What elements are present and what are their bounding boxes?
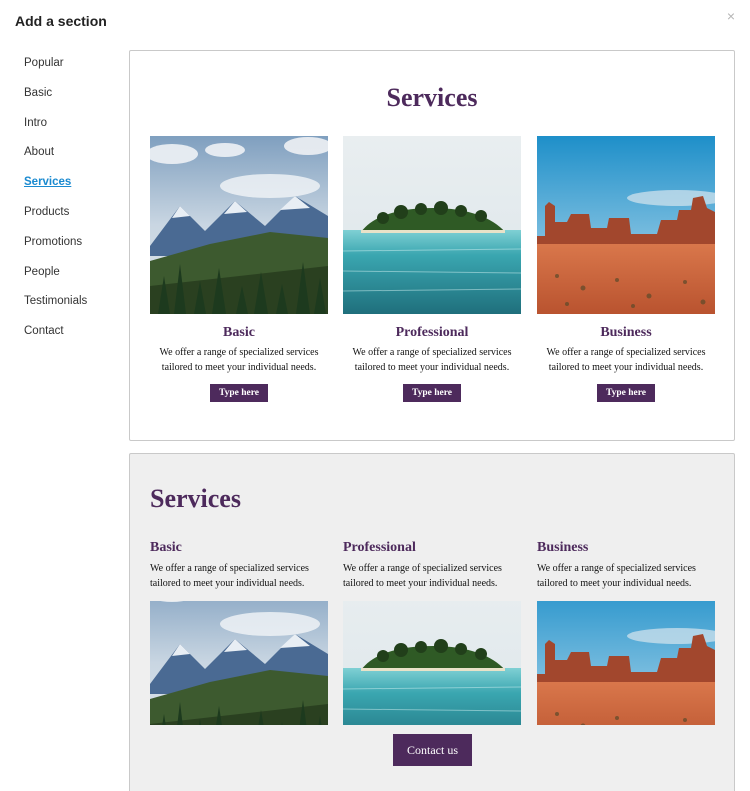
sidebar-item-services[interactable]: Services <box>24 174 119 204</box>
sidebar-item-products[interactable]: Products <box>24 204 119 234</box>
service-column-professional: Professional We offer a range of special… <box>343 540 521 725</box>
service-column-basic: Basic We offer a range of specialized se… <box>150 540 328 725</box>
sidebar-item-contact[interactable]: Contact <box>24 323 119 353</box>
service-column-basic: Basic We offer a range of specialized se… <box>150 136 328 402</box>
service-column-business: Business We offer a range of specialized… <box>537 136 715 402</box>
column-text: We offer a range of specialized services… <box>343 563 502 589</box>
island-image <box>343 601 521 725</box>
service-column-business: Business We offer a range of specialized… <box>537 540 715 725</box>
close-icon[interactable]: × <box>724 9 738 23</box>
type-here-button: Type here <box>209 384 269 402</box>
column-heading: Basic <box>150 540 182 555</box>
desert-image <box>537 136 715 314</box>
column-text: We offer a range of specialized services… <box>537 563 696 589</box>
column-text: We offer a range of specialized services… <box>546 347 706 373</box>
service-column-professional: Professional We offer a range of special… <box>343 136 521 402</box>
type-here-button: Type here <box>596 384 656 402</box>
sidebar-item-intro[interactable]: Intro <box>24 115 119 145</box>
column-text: We offer a range of specialized services… <box>150 563 309 589</box>
type-here-button: Type here <box>402 384 462 402</box>
column-heading: Basic <box>223 325 255 340</box>
mountains-image <box>150 601 328 725</box>
mountains-image <box>150 136 328 314</box>
column-heading: Professional <box>395 325 469 340</box>
section-category-sidebar: Popular Basic Intro About Services Produ… <box>24 55 119 353</box>
preview-title: Services <box>386 83 478 112</box>
column-heading: Professional <box>343 540 416 555</box>
section-preview-card-2[interactable]: Services Basic We offer a range of speci… <box>129 453 735 791</box>
island-image <box>343 136 521 314</box>
sidebar-item-basic[interactable]: Basic <box>24 85 119 115</box>
column-heading: Business <box>537 540 589 555</box>
sidebar-item-testimonials[interactable]: Testimonials <box>24 293 119 323</box>
section-preview-card-1[interactable]: Services Basic We offer a range of speci… <box>129 50 735 441</box>
sidebar-item-popular[interactable]: Popular <box>24 55 119 85</box>
sidebar-item-about[interactable]: About <box>24 144 119 174</box>
contact-us-button: Contact us <box>393 734 472 766</box>
desert-image <box>537 601 715 725</box>
sidebar-item-people[interactable]: People <box>24 264 119 294</box>
dialog-title: Add a section <box>15 13 107 29</box>
sidebar-item-promotions[interactable]: Promotions <box>24 234 119 264</box>
column-text: We offer a range of specialized services… <box>352 347 512 373</box>
column-text: We offer a range of specialized services… <box>159 347 319 373</box>
column-heading: Business <box>600 325 652 340</box>
preview-title: Services <box>150 484 241 513</box>
